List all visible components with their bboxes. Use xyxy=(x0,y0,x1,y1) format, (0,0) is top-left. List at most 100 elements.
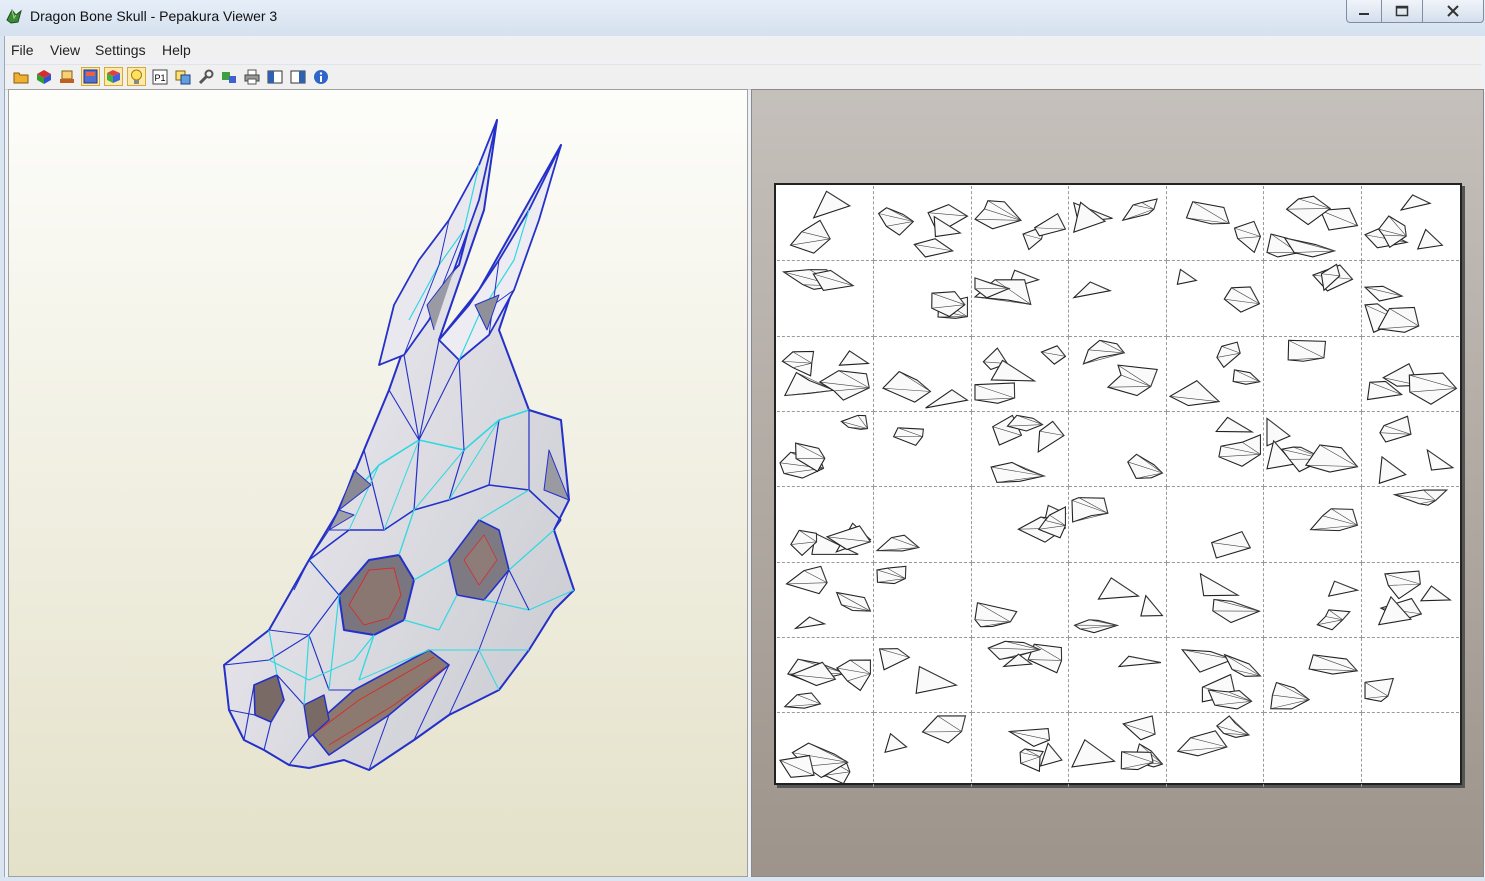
pattern-cell[interactable] xyxy=(777,337,874,412)
part-outline xyxy=(814,191,850,218)
part-outline xyxy=(1177,731,1226,756)
wrench-icon[interactable] xyxy=(196,67,215,86)
pattern-cell[interactable] xyxy=(1167,638,1264,713)
pattern-cell[interactable] xyxy=(1362,337,1459,412)
pattern-cell[interactable] xyxy=(1167,186,1264,261)
panel-right-icon[interactable] xyxy=(288,67,307,86)
menu-settings[interactable]: Settings xyxy=(95,42,146,58)
part-outline xyxy=(1034,214,1065,236)
part-outline xyxy=(1306,445,1358,472)
pattern-cell[interactable] xyxy=(874,487,971,562)
pattern-cell[interactable] xyxy=(1167,487,1264,562)
layers-icon[interactable] xyxy=(173,67,192,86)
pattern-cell[interactable] xyxy=(777,713,874,787)
pattern-cell[interactable] xyxy=(972,563,1069,638)
paper-part xyxy=(777,337,873,411)
pattern-cell[interactable] xyxy=(1069,713,1166,787)
pattern-cell[interactable] xyxy=(1069,412,1166,487)
pattern-cell[interactable] xyxy=(1362,487,1459,562)
pattern-cell[interactable] xyxy=(1362,563,1459,638)
pattern-cell[interactable] xyxy=(1069,563,1166,638)
part-outline xyxy=(1417,229,1442,248)
maximize-button[interactable] xyxy=(1381,0,1423,23)
pattern-cell[interactable] xyxy=(874,261,971,336)
2d-pattern-pane[interactable] xyxy=(751,89,1484,877)
page-number-icon[interactable]: P1 xyxy=(150,67,169,86)
part-outline xyxy=(786,566,827,593)
paper-part xyxy=(1362,638,1459,712)
pattern-cell[interactable] xyxy=(1362,261,1459,336)
pattern-cell[interactable] xyxy=(1069,337,1166,412)
minimize-button[interactable] xyxy=(1346,0,1382,23)
part-outline xyxy=(880,649,910,670)
pattern-cell[interactable] xyxy=(777,563,874,638)
part-outline xyxy=(1099,578,1139,599)
pattern-cell[interactable] xyxy=(1264,713,1361,787)
close-button[interactable] xyxy=(1422,0,1484,23)
pattern-cell[interactable] xyxy=(1069,487,1166,562)
pattern-cell[interactable] xyxy=(972,412,1069,487)
pattern-cell[interactable] xyxy=(874,186,971,261)
part-outline xyxy=(1123,716,1155,740)
part-outline xyxy=(1038,421,1064,452)
unfold-icon[interactable] xyxy=(219,67,238,86)
page-number-label: P1 xyxy=(154,73,165,83)
pattern-cell[interactable] xyxy=(777,412,874,487)
pattern-cell[interactable] xyxy=(1069,261,1166,336)
pattern-cell[interactable] xyxy=(972,638,1069,713)
panel-left-icon[interactable] xyxy=(265,67,284,86)
pattern-cell[interactable] xyxy=(874,713,971,787)
pattern-cell[interactable] xyxy=(777,186,874,261)
pattern-cell[interactable] xyxy=(1362,186,1459,261)
paper-part xyxy=(1069,261,1165,335)
pattern-cell[interactable] xyxy=(1264,261,1361,336)
pattern-cell[interactable] xyxy=(777,638,874,713)
lightbulb-icon[interactable] xyxy=(127,67,146,86)
pattern-cell[interactable] xyxy=(1167,261,1264,336)
texture-icon[interactable] xyxy=(81,67,100,86)
menu-view[interactable]: View xyxy=(50,42,80,58)
pattern-cell[interactable] xyxy=(972,186,1069,261)
part-outline xyxy=(1216,417,1252,432)
menu-file[interactable]: File xyxy=(11,42,34,58)
pattern-cell[interactable] xyxy=(972,337,1069,412)
part-outline xyxy=(1267,418,1290,445)
pattern-cell[interactable] xyxy=(972,713,1069,787)
pattern-cell[interactable] xyxy=(1167,563,1264,638)
pattern-cell[interactable] xyxy=(1264,487,1361,562)
3d-model-icon[interactable] xyxy=(34,67,53,86)
pattern-cell[interactable] xyxy=(972,261,1069,336)
pattern-sheet[interactable] xyxy=(774,183,1462,785)
pattern-cell[interactable] xyxy=(874,412,971,487)
pattern-cell[interactable] xyxy=(972,487,1069,562)
pattern-cell[interactable] xyxy=(1069,638,1166,713)
pattern-cell[interactable] xyxy=(1264,186,1361,261)
pattern-cell[interactable] xyxy=(1362,713,1459,787)
info-icon[interactable] xyxy=(311,67,330,86)
3d-view-pane[interactable] xyxy=(8,89,748,877)
dragon-skull-3d-model[interactable] xyxy=(9,90,747,876)
pattern-cell[interactable] xyxy=(874,337,971,412)
color-cube-icon[interactable] xyxy=(104,67,123,86)
pattern-cell[interactable] xyxy=(874,638,971,713)
pattern-cell[interactable] xyxy=(1264,412,1361,487)
part-outline xyxy=(1182,650,1233,672)
pattern-cell[interactable] xyxy=(1167,337,1264,412)
pattern-cell[interactable] xyxy=(1264,638,1361,713)
pattern-cell[interactable] xyxy=(777,261,874,336)
pattern-cell[interactable] xyxy=(1264,563,1361,638)
paper-part xyxy=(972,261,1068,335)
pattern-cell[interactable] xyxy=(1069,186,1166,261)
pattern-cell[interactable] xyxy=(1167,713,1264,787)
pattern-cell[interactable] xyxy=(1264,337,1361,412)
pattern-cell[interactable] xyxy=(874,563,971,638)
menu-help[interactable]: Help xyxy=(162,42,191,58)
printer-icon[interactable] xyxy=(242,67,261,86)
part-outline xyxy=(1224,287,1259,312)
print-setup-icon[interactable] xyxy=(57,67,76,86)
pattern-cell[interactable] xyxy=(1362,638,1459,713)
pattern-cell[interactable] xyxy=(1362,412,1459,487)
open-folder-icon[interactable] xyxy=(11,67,30,86)
pattern-cell[interactable] xyxy=(1167,412,1264,487)
pattern-cell[interactable] xyxy=(777,487,874,562)
